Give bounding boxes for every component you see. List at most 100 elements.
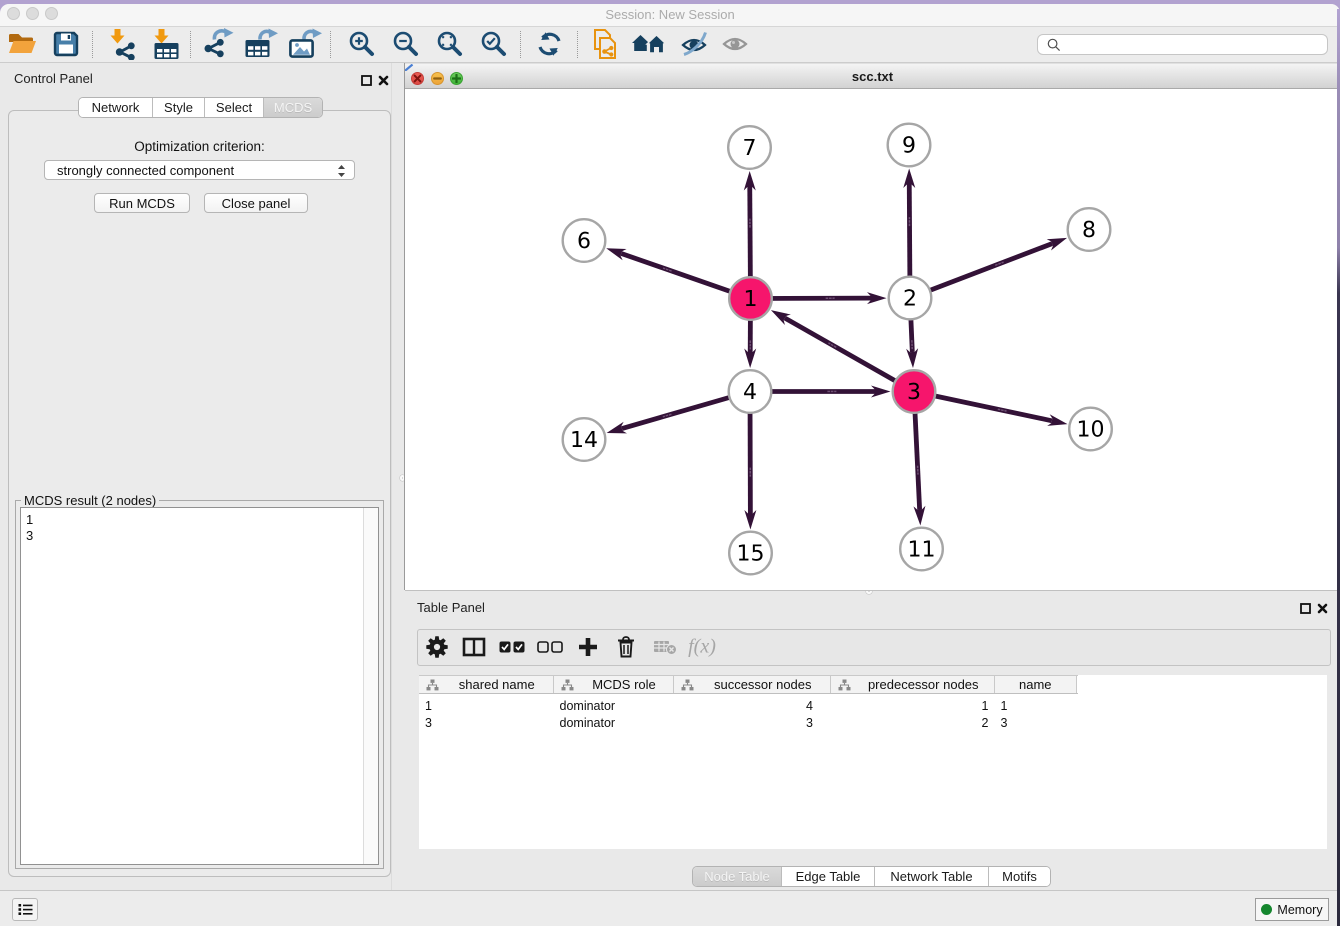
main-toolbar [0, 27, 1340, 63]
close-panel-button[interactable]: Close panel [204, 193, 308, 213]
column-header-label: shared name [441, 677, 553, 692]
zoom-in-icon[interactable] [348, 30, 376, 58]
delete-table-icon[interactable] [653, 639, 677, 655]
control-panel-tabs: Network Style Select MCDS [78, 97, 323, 118]
column-type-icon [561, 679, 574, 691]
column-header-shared_name[interactable]: shared name [419, 676, 554, 693]
graph-node-label: 9 [902, 134, 916, 159]
tab-motifs[interactable]: Motifs [989, 867, 1050, 886]
mcds-result-text[interactable]: 1 3 [20, 507, 379, 865]
tab-select[interactable]: Select [205, 98, 264, 117]
memory-button[interactable]: Memory [1255, 898, 1329, 921]
toolbar-separator [330, 31, 331, 58]
import-table-icon[interactable] [151, 28, 181, 60]
graph-node-label: 11 [908, 538, 936, 563]
table-cell-successor_nodes: 4 [674, 699, 832, 713]
close-table-panel-icon[interactable] [1317, 603, 1328, 614]
graph-node-label: 3 [907, 380, 921, 405]
open-session-icon[interactable] [6, 30, 38, 57]
tab-style[interactable]: Style [153, 98, 205, 117]
search-icon [1047, 38, 1061, 52]
column-header-mcds_role[interactable]: MCDS role [554, 676, 674, 693]
column-header-label: predecessor nodes [853, 677, 994, 692]
task-history-button[interactable] [12, 898, 38, 921]
search-input[interactable] [1037, 34, 1328, 55]
column-type-icon [426, 679, 439, 691]
graph-node-label: 1 [744, 287, 758, 312]
table-cell-shared_name: 3 [419, 716, 554, 730]
graph-edge-label [909, 217, 911, 226]
graph-node-label: 7 [743, 136, 757, 161]
column-header-successor_nodes[interactable]: successor nodes [674, 676, 832, 693]
close-panel-icon[interactable] [378, 75, 389, 86]
export-network-icon[interactable] [202, 28, 236, 60]
optimization-criterion-select[interactable]: strongly connected component [44, 160, 355, 180]
import-network-icon[interactable] [107, 28, 137, 60]
toolbar-separator [92, 31, 93, 58]
zoom-out-icon[interactable] [392, 30, 420, 58]
column-type-icon [838, 679, 851, 691]
table-cell-mcds_role: dominator [554, 716, 674, 730]
table-row[interactable]: 3dominator323 [419, 714, 1327, 731]
save-session-icon[interactable] [52, 30, 80, 58]
graph-edge[interactable] [910, 244, 1052, 298]
tab-network-table[interactable]: Network Table [875, 867, 989, 886]
table-row[interactable]: 1dominator411 [419, 697, 1327, 714]
result-scrollbar[interactable] [363, 508, 378, 864]
hide-graphics-details-icon[interactable] [680, 31, 712, 57]
column-header-name[interactable]: name [995, 676, 1078, 693]
memory-label: Memory [1277, 903, 1322, 917]
table-panel-title: Table Panel [417, 600, 485, 615]
export-table-icon[interactable] [244, 28, 278, 60]
graph-edge-label [750, 468, 752, 477]
select-arrows-icon [337, 164, 346, 178]
export-image-icon[interactable] [288, 28, 322, 60]
column-header-predecessor_nodes[interactable]: predecessor nodes [831, 676, 995, 693]
deselect-all-icon[interactable] [537, 641, 563, 653]
split-table-icon[interactable] [463, 637, 486, 656]
float-panel-icon[interactable] [361, 75, 372, 86]
zoom-fit-icon[interactable] [436, 30, 464, 58]
column-type-icon [681, 679, 694, 691]
table-cell-mcds_role: dominator [554, 699, 674, 713]
mcds-result-group: MCDS result (2 nodes) 1 3 [15, 500, 384, 869]
window-title: Session: New Session [0, 7, 1340, 22]
table-cell-name: 3 [995, 716, 1078, 730]
run-mcds-button[interactable]: Run MCDS [94, 193, 190, 213]
status-bar: Memory [0, 890, 1340, 926]
table-toolbar: f(x) [417, 629, 1331, 666]
result-line: 3 [26, 528, 378, 544]
network-frame-titlebar[interactable]: scc.txt [405, 63, 1340, 89]
memory-status-dot [1261, 904, 1272, 915]
function-builder-icon[interactable]: f(x) [688, 635, 716, 658]
table-cell-shared_name: 1 [419, 699, 554, 713]
network-canvas[interactable]: 1234678910111415 [405, 89, 1337, 591]
home-icon[interactable] [631, 31, 667, 57]
tab-edge-table[interactable]: Edge Table [782, 867, 875, 886]
list-icon [18, 903, 33, 916]
column-header-label: MCDS role [576, 677, 673, 692]
table-tabs: Node Table Edge Table Network Table Moti… [692, 866, 1051, 887]
zoom-selected-icon[interactable] [480, 30, 508, 58]
delete-column-icon[interactable] [616, 636, 636, 658]
graph-node-label: 6 [577, 229, 591, 254]
graph-node-label: 4 [743, 380, 757, 405]
optimization-criterion-label: Optimization criterion: [9, 139, 390, 154]
open-recent-icon[interactable] [591, 28, 619, 60]
refresh-icon[interactable] [535, 30, 565, 58]
toolbar-separator [577, 31, 578, 58]
table-settings-icon[interactable] [426, 636, 448, 658]
tab-node-table[interactable]: Node Table [693, 867, 782, 886]
table-header-row: shared name MCDS role successor nodes pr… [419, 675, 1078, 694]
show-graphics-details-icon[interactable] [721, 32, 751, 56]
float-table-panel-icon[interactable] [1300, 603, 1311, 614]
tab-mcds[interactable]: MCDS [264, 98, 322, 117]
add-column-icon[interactable] [578, 637, 598, 657]
optimization-criterion-value: strongly connected component [57, 163, 234, 178]
tab-network[interactable]: Network [79, 98, 153, 117]
select-all-icon[interactable] [499, 641, 525, 653]
table-rows: 1dominator4113dominator323 [419, 694, 1327, 731]
toolbar-separator [190, 31, 191, 58]
graph-node-label: 15 [737, 542, 765, 567]
node-table: shared name MCDS role successor nodes pr… [419, 675, 1327, 849]
